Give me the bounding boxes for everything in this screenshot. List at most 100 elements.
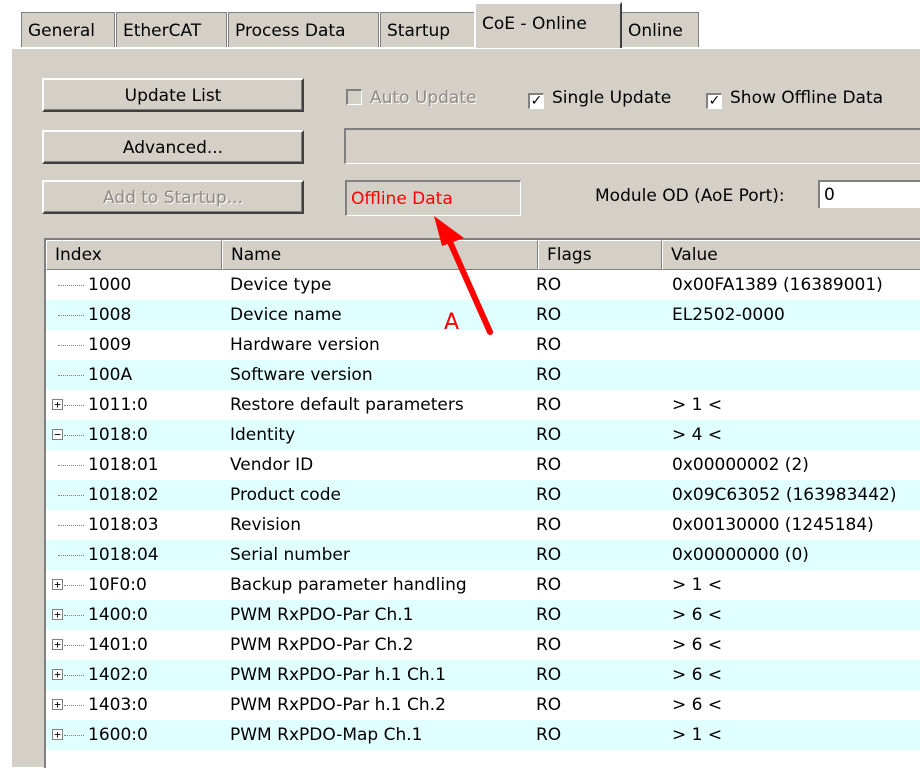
- name-cell: Serial number: [230, 545, 350, 565]
- flags-cell: RO: [536, 695, 562, 715]
- table-row[interactable]: +1400:0 PWM RxPDO-Par Ch.1 RO > 6 <: [46, 600, 920, 630]
- index-cell: 1600:0: [88, 725, 148, 745]
- index-cell: 1402:0: [88, 665, 148, 685]
- flags-cell: RO: [536, 335, 562, 355]
- index-cell: 1401:0: [88, 635, 148, 655]
- expand-icon[interactable]: +: [52, 729, 63, 740]
- expand-icon[interactable]: +: [52, 699, 63, 710]
- tab-general[interactable]: General: [21, 12, 115, 48]
- index-cell: 1018:03: [88, 515, 159, 535]
- table-row[interactable]: +1403:0 PWM RxPDO-Par h.1 Ch.2 RO > 6 <: [46, 690, 920, 720]
- table-row[interactable]: +1600:0 PWM RxPDO-Map Ch.1 RO > 1 <: [46, 720, 920, 750]
- single-update-label: Single Update: [552, 88, 672, 108]
- flags-cell: RO: [536, 395, 562, 415]
- tab-coe-online[interactable]: CoE - Online: [474, 2, 622, 48]
- table-row[interactable]: +1011:0 Restore default parameters RO > 1 <: [46, 390, 920, 420]
- name-cell: PWM RxPDO-Par h.1 Ch.1: [230, 665, 446, 685]
- module-od-input[interactable]: 0: [818, 180, 920, 208]
- name-cell: Product code: [230, 485, 341, 505]
- column-header-value[interactable]: Value: [662, 240, 920, 270]
- tree-connector: [64, 645, 84, 646]
- value-cell: 0x00130000 (1245184): [672, 515, 874, 535]
- name-cell: Software version: [230, 365, 373, 385]
- value-cell: > 6 <: [672, 665, 723, 685]
- flags-cell: RO: [536, 275, 562, 295]
- name-cell: Identity: [230, 425, 296, 445]
- index-cell: 1018:0: [88, 425, 148, 445]
- table-row[interactable]: +1402:0 PWM RxPDO-Par h.1 Ch.1 RO > 6 <: [46, 660, 920, 690]
- show-offline-data-label: Show Offline Data: [730, 88, 884, 108]
- index-cell: 1011:0: [88, 395, 148, 415]
- expand-icon[interactable]: +: [52, 639, 63, 650]
- annotation-arrow-icon: [434, 216, 493, 335]
- tree-connector: [58, 285, 84, 286]
- flags-cell: RO: [536, 485, 562, 505]
- update-list-button[interactable]: Update List: [42, 78, 304, 112]
- column-header-index[interactable]: Index: [46, 240, 222, 270]
- flags-cell: RO: [536, 425, 562, 445]
- flags-cell: RO: [536, 515, 562, 535]
- table-row[interactable]: +1401:0 PWM RxPDO-Par Ch.2 RO > 6 <: [46, 630, 920, 660]
- value-cell: 0x09C63052 (163983442): [672, 485, 897, 505]
- flags-cell: RO: [536, 575, 562, 595]
- name-cell: Backup parameter handling: [230, 575, 467, 595]
- expand-icon[interactable]: +: [52, 609, 63, 620]
- table-row[interactable]: − 1018:0 Identity RO > 4 <: [46, 420, 920, 450]
- tree-connector: [58, 525, 84, 526]
- auto-update-label: Auto Update: [370, 88, 477, 108]
- table-row[interactable]: 1018:02 Product code RO 0x09C63052 (1639834…: [46, 480, 920, 510]
- column-header-flags[interactable]: Flags: [538, 240, 662, 270]
- name-cell: Revision: [230, 515, 302, 535]
- flags-cell: RO: [536, 635, 562, 655]
- index-cell: 1403:0: [88, 695, 148, 715]
- flags-cell: RO: [536, 305, 562, 325]
- value-cell: > 1 <: [672, 575, 723, 595]
- tab-ethercat[interactable]: EtherCAT: [116, 12, 227, 48]
- name-cell: Vendor ID: [230, 455, 314, 475]
- tree-connector: [58, 495, 84, 496]
- tree-connector: [64, 405, 84, 406]
- value-cell: > 1 <: [672, 725, 723, 745]
- table-row[interactable]: 1018:03 Revision RO 0x00130000 (1245184): [46, 510, 920, 540]
- tab-online[interactable]: Online: [621, 12, 699, 48]
- checkmark-icon: ✓: [706, 93, 722, 109]
- single-update-checkbox[interactable]: ✓ Single Update: [528, 87, 671, 109]
- tab-strip: General EtherCAT Process Data Startup Co…: [0, 0, 920, 48]
- expand-icon[interactable]: +: [52, 669, 63, 680]
- table-row[interactable]: 1018:04 Serial number RO 0x00000000 (0): [46, 540, 920, 570]
- table-row[interactable]: 1018:01 Vendor ID RO 0x00000002 (2): [46, 450, 920, 480]
- name-cell: PWM RxPDO-Par h.1 Ch.2: [230, 695, 446, 715]
- tree-connector: [64, 675, 84, 676]
- value-cell: 0x00000002 (2): [672, 455, 809, 475]
- flags-cell: RO: [536, 605, 562, 625]
- tree-connector: [64, 435, 84, 436]
- value-cell: 0x00000000 (0): [672, 545, 809, 565]
- tab-process-data[interactable]: Process Data: [228, 12, 379, 48]
- flags-cell: RO: [536, 365, 562, 385]
- index-cell: 1400:0: [88, 605, 148, 625]
- table-row[interactable]: 100A Software version RO: [46, 360, 920, 390]
- tree-connector: [58, 465, 84, 466]
- tab-startup[interactable]: Startup: [380, 12, 476, 48]
- index-cell: 1008: [88, 305, 132, 325]
- table-row[interactable]: +10F0:0 Backup parameter handling RO > 1 <: [46, 570, 920, 600]
- show-offline-data-checkbox[interactable]: ✓ Show Offline Data: [706, 87, 883, 109]
- flags-cell: RO: [536, 725, 562, 745]
- tree-connector: [58, 375, 84, 376]
- collapse-icon[interactable]: −: [52, 429, 63, 440]
- flags-cell: RO: [536, 665, 562, 685]
- advanced-button[interactable]: Advanced...: [42, 130, 304, 164]
- index-cell: 1018:04: [88, 545, 159, 565]
- status-field: [344, 128, 920, 164]
- value-cell: > 1 <: [672, 395, 723, 415]
- name-cell: PWM RxPDO-Par Ch.2: [230, 635, 414, 655]
- expand-icon[interactable]: +: [52, 399, 63, 410]
- auto-update-checkbox[interactable]: Auto Update: [346, 87, 476, 109]
- name-cell: PWM RxPDO-Par Ch.1: [230, 605, 414, 625]
- expand-icon[interactable]: +: [52, 579, 63, 590]
- add-to-startup-button[interactable]: Add to Startup...: [42, 180, 304, 214]
- tree-connector: [64, 735, 84, 736]
- value-cell: > 4 <: [672, 425, 723, 445]
- tree-connector: [64, 615, 84, 616]
- flags-cell: RO: [536, 455, 562, 475]
